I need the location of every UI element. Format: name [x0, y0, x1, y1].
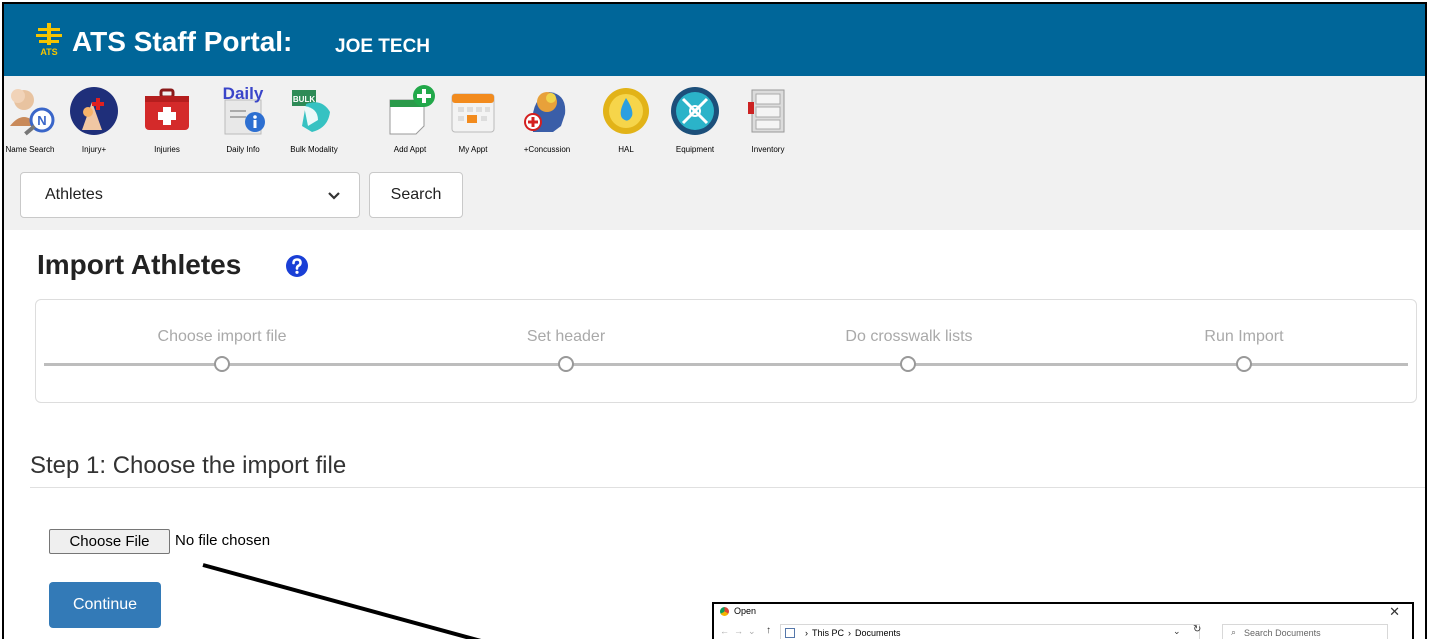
up-arrow-icon[interactable]: ↑ [766, 625, 771, 636]
address-bar[interactable]: › This PC › Documents [780, 624, 1200, 639]
annotation-arrow [202, 563, 482, 639]
path-segment[interactable]: This PC [812, 628, 844, 638]
search-icon: ⌕ [1231, 627, 1237, 637]
close-icon[interactable]: ✕ [1389, 604, 1400, 620]
dialog-titlebar: Open ✕ [714, 604, 1412, 620]
dialog-title: Open [734, 606, 757, 616]
open-file-dialog: Open ✕ ← → ⌄ ↑ › This PC › Documents ⌄ ↻… [712, 602, 1414, 639]
app-frame: ATS ATS Staff Portal: JOE TECH N Name Se… [2, 2, 1427, 639]
this-pc-icon [785, 627, 795, 638]
path-separator: › [805, 627, 808, 638]
path-separator: › [848, 627, 852, 638]
dialog-search-input[interactable]: ⌕ Search Documents [1222, 624, 1388, 639]
back-forward-icon[interactable]: ← → ⌄ [720, 626, 756, 637]
path-segment[interactable]: Documents [855, 628, 901, 638]
refresh-icon[interactable]: ↻ [1193, 624, 1201, 635]
chevron-down-icon[interactable]: ⌄ [1173, 626, 1181, 637]
chrome-icon [720, 607, 729, 616]
search-placeholder: Search Documents [1244, 627, 1321, 638]
